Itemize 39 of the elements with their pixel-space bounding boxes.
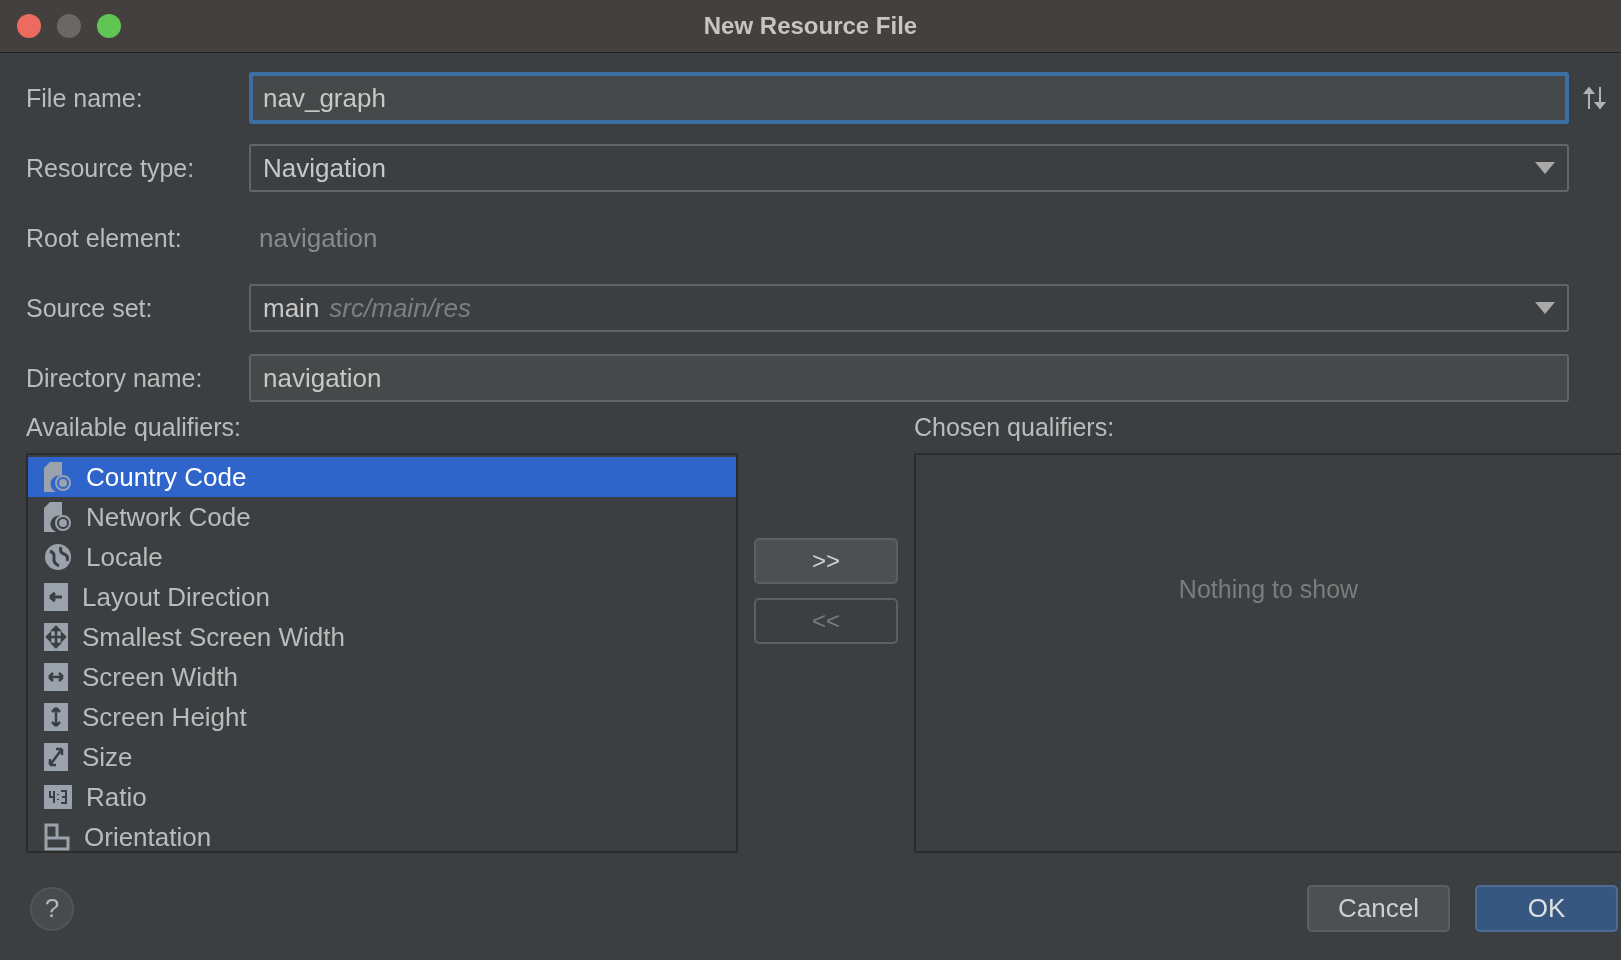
zoom-button[interactable] bbox=[97, 14, 121, 38]
text-field[interactable]: navigation bbox=[249, 354, 1569, 402]
dropdown-arrow-icon bbox=[1535, 162, 1555, 174]
window-title: New Resource File bbox=[703, 12, 918, 40]
document-globe-icon bbox=[44, 502, 72, 532]
section-label: Chosen qualifiers: bbox=[914, 413, 1115, 441]
qualifier-item[interactable]: Country Code bbox=[28, 457, 736, 497]
dropdown[interactable]: Navigation bbox=[249, 144, 1569, 192]
sort-icon[interactable] bbox=[1583, 86, 1607, 110]
field-value: navigation bbox=[258, 222, 379, 254]
ok-button[interactable]: OK bbox=[1475, 885, 1618, 932]
qualifier-item[interactable]: Orientation bbox=[28, 817, 736, 857]
empty-text: Nothing to show bbox=[1178, 575, 1359, 604]
qualifier-item[interactable]: Layout Direction bbox=[28, 577, 736, 617]
qualifier-item[interactable]: Size bbox=[28, 737, 736, 777]
dropdown-arrow-icon bbox=[1535, 302, 1555, 314]
move-arrows-icon bbox=[44, 623, 68, 651]
qualifier-item[interactable]: Screen Width bbox=[28, 657, 736, 697]
field-label: Root element: bbox=[26, 223, 183, 253]
orientation-icon bbox=[44, 823, 70, 851]
globe-icon bbox=[44, 543, 72, 571]
add-button[interactable]: >> bbox=[754, 538, 898, 584]
cancel-button[interactable]: Cancel bbox=[1307, 885, 1450, 932]
qualifier-item[interactable]: Screen Height bbox=[28, 697, 736, 737]
ratio-icon bbox=[44, 785, 72, 809]
qualifier-item[interactable]: Ratio bbox=[28, 777, 736, 817]
field-label: File name: bbox=[26, 83, 144, 113]
text-field[interactable]: nav_graph bbox=[249, 72, 1569, 124]
section-label: Available qualifiers: bbox=[26, 413, 241, 441]
help-button[interactable]: ? bbox=[30, 886, 74, 931]
field-label: Directory name: bbox=[26, 363, 204, 393]
dropdown[interactable]: main src/main/res bbox=[249, 284, 1569, 332]
qualifier-item[interactable]: Smallest Screen Width bbox=[28, 617, 736, 657]
qualifier-item[interactable]: Locale bbox=[28, 537, 736, 577]
field-label: Source set: bbox=[26, 293, 154, 323]
field-label: Resource type: bbox=[26, 153, 196, 183]
document-globe-icon bbox=[44, 462, 72, 492]
close-button[interactable] bbox=[17, 14, 41, 38]
qualifier-item[interactable]: Network Code bbox=[28, 497, 736, 537]
